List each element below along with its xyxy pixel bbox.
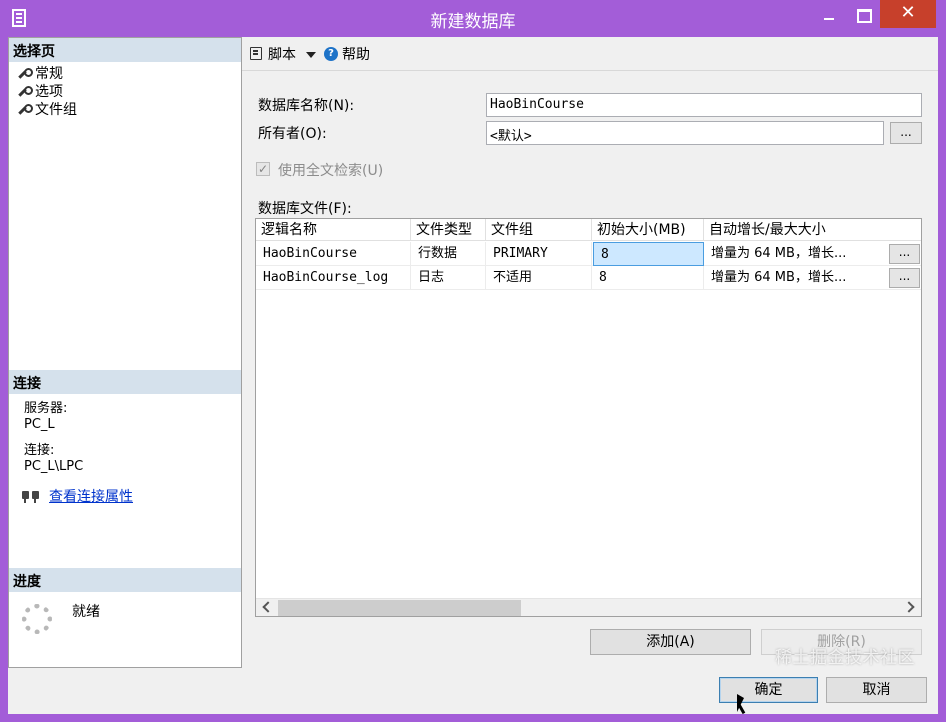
db-files-label: 数据库文件(F): [258, 201, 352, 217]
toolbar-divider [242, 70, 938, 71]
watermark: 稀土掘金技术社区 [775, 648, 915, 668]
cell-file-type[interactable]: 行数据 [411, 242, 486, 266]
add-button[interactable]: 添加(A) [590, 629, 751, 655]
mouse-cursor-icon [737, 694, 744, 712]
column-header-file-type[interactable]: 文件类型 [411, 219, 486, 241]
db-name-input[interactable]: HaoBinCourse [486, 93, 922, 117]
connection-value: PC_L\LPC [24, 459, 84, 474]
autogrowth-edit-button[interactable]: ... [889, 268, 920, 288]
ok-button[interactable]: 确定 [719, 677, 818, 703]
page-item-label: 文件组 [35, 102, 77, 118]
connection-header: 连接 [9, 370, 241, 394]
toolbar: 脚本 ? 帮助 [242, 37, 938, 70]
autogrowth-edit-button[interactable]: ... [889, 244, 920, 264]
cell-file-type[interactable]: 日志 [411, 266, 486, 290]
owner-browse-button[interactable]: ... [890, 122, 922, 144]
column-header-filegroup[interactable]: 文件组 [486, 219, 592, 241]
cell-logical-name[interactable]: HaoBinCourse_log [256, 266, 411, 290]
column-header-autogrowth[interactable]: 自动增长/最大大小 [704, 219, 921, 241]
db-name-label: 数据库名称(N): [258, 98, 355, 114]
minimize-button[interactable] [812, 0, 846, 28]
progress-spinner-icon [22, 604, 52, 634]
owner-input[interactable]: <默认> [486, 121, 884, 145]
fulltext-checkbox[interactable]: ✓ [256, 162, 270, 176]
left-pane: 选择页 常规 选项 文件组 连接 服务器: PC_L 连接: PC_L\LPC … [8, 37, 242, 668]
connection-label: 连接: [24, 443, 55, 458]
page-item-label: 选项 [35, 84, 63, 100]
dialog-client: 选择页 常规 选项 文件组 连接 服务器: PC_L 连接: PC_L\LPC … [8, 37, 938, 714]
page-list: 常规 选项 文件组 [17, 65, 77, 119]
table-row[interactable]: HaoBinCourse 行数据 PRIMARY 8 增量为 64 MB，增长.… [256, 242, 921, 266]
title-bar[interactable]: 新建数据库 ✕ [0, 0, 946, 36]
close-button[interactable]: ✕ [880, 0, 936, 28]
select-page-header: 选择页 [9, 38, 241, 62]
cell-filegroup[interactable]: 不适用 [486, 266, 592, 290]
wrench-icon [17, 103, 33, 117]
cell-autogrowth: 增量为 64 MB，增长... [711, 270, 847, 285]
page-item-filegroups[interactable]: 文件组 [17, 101, 77, 119]
help-icon: ? [324, 46, 338, 61]
table-row[interactable]: HaoBinCourse_log 日志 不适用 8 增量为 64 MB，增长..… [256, 266, 921, 290]
cancel-button[interactable]: 取消 [826, 677, 927, 703]
chevron-down-icon[interactable] [306, 51, 316, 58]
owner-label: 所有者(O): [258, 126, 327, 142]
fulltext-label: 使用全文检索(U) [278, 163, 384, 179]
window-title: 新建数据库 [430, 12, 516, 32]
server-label: 服务器: [24, 401, 68, 416]
dialog-window: 新建数据库 ✕ 选择页 常规 选项 文件组 连接 服务器: PC_L 连接: P… [0, 0, 946, 722]
wrench-icon [17, 67, 33, 81]
grid-header: 逻辑名称 文件类型 文件组 初始大小(MB) 自动增长/最大大小 [256, 219, 921, 241]
column-header-initial-size[interactable]: 初始大小(MB) [592, 219, 704, 241]
db-files-grid: 逻辑名称 文件类型 文件组 初始大小(MB) 自动增长/最大大小 HaoBinC… [255, 218, 922, 617]
cell-initial-size[interactable]: 8 [592, 266, 704, 290]
script-button[interactable]: 脚本 [268, 44, 296, 64]
maximize-button[interactable] [846, 0, 880, 28]
page-item-label: 常规 [35, 66, 63, 82]
connection-plug-icon [21, 489, 41, 503]
server-value: PC_L [24, 417, 55, 432]
connection-info: 服务器: PC_L 连接: PC_L\LPC [24, 401, 83, 475]
progress-status: 就绪 [72, 604, 100, 620]
cell-filegroup[interactable]: PRIMARY [486, 242, 592, 266]
horizontal-scrollbar[interactable] [256, 598, 921, 616]
cell-initial-size[interactable]: 8 [593, 242, 704, 266]
column-header-logical-name[interactable]: 逻辑名称 [256, 219, 411, 241]
page-item-options[interactable]: 选项 [17, 83, 77, 101]
view-connection-properties-link[interactable]: 查看连接属性 [49, 486, 133, 506]
scroll-left-icon[interactable] [262, 601, 274, 613]
scrollbar-thumb[interactable] [278, 600, 521, 616]
script-icon [250, 47, 262, 60]
page-item-general[interactable]: 常规 [17, 65, 77, 83]
wrench-icon [17, 85, 33, 99]
progress-header: 进度 [9, 568, 241, 592]
cell-logical-name[interactable]: HaoBinCourse [256, 242, 411, 266]
view-connection-properties[interactable]: 查看连接属性 [21, 486, 133, 506]
cell-autogrowth: 增量为 64 MB，增长... [711, 246, 847, 261]
scroll-right-icon[interactable] [903, 601, 915, 613]
help-button[interactable]: 帮助 [342, 44, 370, 64]
